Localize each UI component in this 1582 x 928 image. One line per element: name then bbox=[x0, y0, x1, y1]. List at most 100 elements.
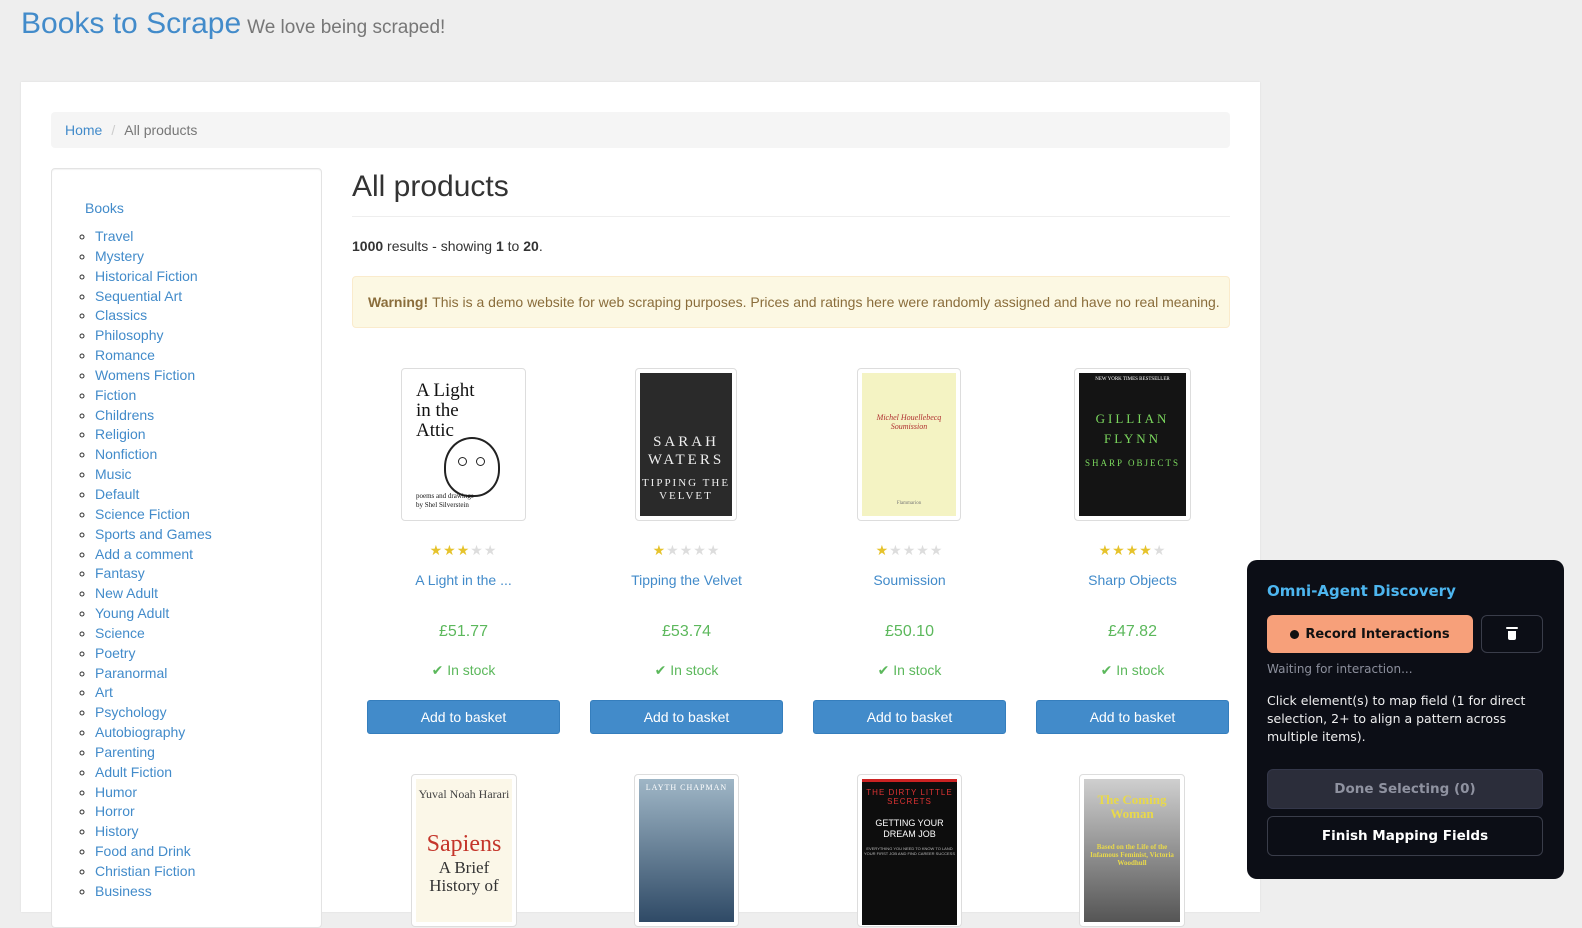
sidebar-category-link[interactable]: Business bbox=[95, 883, 152, 899]
product-title-link[interactable]: A Light in the ... bbox=[367, 572, 560, 588]
sidebar-category-link[interactable]: Childrens bbox=[95, 407, 154, 423]
panel-title: Omni-Agent Discovery bbox=[1267, 582, 1456, 600]
sidebar-category-link[interactable]: Music bbox=[95, 466, 132, 482]
sidebar-category-link[interactable]: Adult Fiction bbox=[95, 764, 172, 780]
sidebar-category-link[interactable]: Fiction bbox=[95, 387, 136, 403]
sidebar-category-item: Travel bbox=[95, 227, 212, 247]
sidebar-category-link[interactable]: Classics bbox=[95, 307, 147, 323]
cover-byline: poems and drawings by Shel Silverstein bbox=[416, 492, 474, 509]
sidebar-category-link[interactable]: Sports and Games bbox=[95, 526, 212, 542]
sidebar-category-item: Psychology bbox=[95, 703, 212, 723]
sidebar-category-link[interactable]: Travel bbox=[95, 228, 133, 244]
product-title-link[interactable]: Sharp Objects bbox=[1036, 572, 1229, 588]
breadcrumb: Home / All products bbox=[51, 112, 1230, 148]
cover-publisher: Flammarion bbox=[896, 501, 922, 506]
product-price: £53.74 bbox=[662, 623, 711, 640]
sidebar-category-link[interactable]: History bbox=[95, 823, 139, 839]
cover-title: Michel Houellebecq Soumission bbox=[876, 413, 942, 431]
sidebar-root-books[interactable]: Books bbox=[85, 200, 124, 216]
cover-subtitle: Based on the Life of the Infamous Femini… bbox=[1090, 843, 1174, 867]
sidebar-category-link[interactable]: Religion bbox=[95, 426, 146, 442]
sidebar-category-link[interactable]: New Adult bbox=[95, 585, 158, 601]
sidebar-category-link[interactable]: Romance bbox=[95, 347, 155, 363]
product-thumbnail[interactable]: LAYTH CHAPMAN bbox=[634, 774, 739, 927]
sidebar-category-link[interactable]: Paranormal bbox=[95, 665, 167, 681]
sidebar-category-item: New Adult bbox=[95, 584, 212, 604]
sidebar-category-item: Parenting bbox=[95, 743, 212, 763]
star-rating: ★★★★★ bbox=[813, 542, 1006, 559]
check-icon: ✔ bbox=[877, 662, 890, 678]
book-cover-image: Michel Houellebecq Soumission Flammarion bbox=[862, 373, 956, 516]
cover-illustration bbox=[444, 437, 500, 497]
product-thumbnail[interactable]: NEW YORK TIMES BESTSELLER GILLIAN FLYNN … bbox=[1074, 368, 1191, 521]
book-cover-image: NEW YORK TIMES BESTSELLER GILLIAN FLYNN … bbox=[1079, 373, 1186, 516]
cover-title: TIPPING THE VELVET bbox=[641, 477, 731, 502]
sidebar-category-item: History bbox=[95, 822, 212, 842]
sidebar-category-link[interactable]: Autobiography bbox=[95, 724, 185, 740]
stock-status: ✔ In stock bbox=[813, 662, 1006, 679]
product-title-link[interactable]: Tipping the Velvet bbox=[590, 572, 783, 588]
sidebar-category-link[interactable]: Parenting bbox=[95, 744, 155, 760]
star-rating: ★★★★★ bbox=[590, 542, 783, 559]
category-list: Travel Mystery Historical Fiction Sequentia… bbox=[52, 227, 212, 902]
sidebar-category-item: Poetry bbox=[95, 644, 212, 664]
breadcrumb-home[interactable]: Home bbox=[65, 122, 102, 138]
cover-title: The Coming Woman bbox=[1097, 792, 1167, 821]
product-thumbnail[interactable]: Yuval Noah Harari Sapiens A Brief Histor… bbox=[411, 774, 517, 927]
star-icon: ★ bbox=[1112, 542, 1126, 558]
done-selecting-button[interactable]: Done Selecting (0) bbox=[1267, 769, 1543, 809]
add-to-basket-button[interactable]: Add to basket bbox=[813, 700, 1006, 734]
sidebar-category-item: Default bbox=[95, 485, 212, 505]
sidebar-category-link[interactable]: Humor bbox=[95, 784, 137, 800]
cover-title: Sapiens bbox=[426, 831, 502, 857]
sidebar-category-link[interactable]: Mystery bbox=[95, 248, 144, 264]
sidebar-category-link[interactable]: Philosophy bbox=[95, 327, 164, 343]
clear-button[interactable] bbox=[1481, 615, 1543, 653]
sidebar-category-item: Science Fiction bbox=[95, 505, 212, 525]
cover-subtitle: EVERYTHING YOU NEED TO KNOW TO LAND YOUR… bbox=[863, 846, 956, 856]
cover-author: SARAH WATERS bbox=[647, 434, 725, 468]
sidebar-category-item: Adult Fiction bbox=[95, 763, 212, 783]
sidebar-category-item: Religion bbox=[95, 425, 212, 445]
product-thumbnail[interactable]: SARAH WATERS TIPPING THE VELVET bbox=[635, 368, 737, 521]
sidebar-category-link[interactable]: Default bbox=[95, 486, 139, 502]
sidebar-category-link[interactable]: Add a comment bbox=[95, 546, 193, 562]
sidebar-category-link[interactable]: Food and Drink bbox=[95, 843, 191, 859]
sidebar-category-link[interactable]: Science bbox=[95, 625, 145, 641]
record-interactions-button[interactable]: Record Interactions bbox=[1267, 615, 1473, 653]
book-cover-image: THE DIRTY LITTLE SECRETS GETTING YOUR DR… bbox=[862, 779, 957, 925]
stock-label: In stock bbox=[1116, 662, 1165, 678]
page-container: Home / All products Books Travel Mystery H… bbox=[21, 82, 1260, 928]
sidebar-category-link[interactable]: Art bbox=[95, 684, 113, 700]
add-to-basket-button[interactable]: Add to basket bbox=[1036, 700, 1229, 734]
add-to-basket-button[interactable]: Add to basket bbox=[367, 700, 560, 734]
star-icon: ★ bbox=[889, 542, 903, 558]
sidebar-category-link[interactable]: Young Adult bbox=[95, 605, 169, 621]
sidebar-category-link[interactable]: Poetry bbox=[95, 645, 135, 661]
sidebar-category-link[interactable]: Science Fiction bbox=[95, 506, 190, 522]
add-to-basket-button[interactable]: Add to basket bbox=[590, 700, 783, 734]
sidebar-category-link[interactable]: Historical Fiction bbox=[95, 268, 198, 284]
brand-link[interactable]: Books to Scrape bbox=[21, 0, 241, 48]
breadcrumb-current: All products bbox=[124, 122, 198, 138]
warning-label: Warning! bbox=[368, 294, 429, 310]
sidebar-category-link[interactable]: Nonfiction bbox=[95, 446, 157, 462]
sidebar-category-link[interactable]: Psychology bbox=[95, 704, 167, 720]
product-thumbnail[interactable]: The Coming Woman Based on the Life of th… bbox=[1079, 774, 1185, 927]
main-content: All products 1000 results - showing 1 to… bbox=[352, 168, 1230, 927]
sidebar-category-link[interactable]: Fantasy bbox=[95, 565, 145, 581]
product-thumbnail[interactable]: A Light in the Attic poems and drawings … bbox=[401, 368, 526, 521]
sidebar-category-link[interactable]: Womens Fiction bbox=[95, 367, 195, 383]
sidebar-category-link[interactable]: Christian Fiction bbox=[95, 863, 195, 879]
sidebar-category-link[interactable]: Sequential Art bbox=[95, 288, 182, 304]
product-title-link[interactable]: Soumission bbox=[813, 572, 1006, 588]
product-thumbnail[interactable]: THE DIRTY LITTLE SECRETS GETTING YOUR DR… bbox=[857, 774, 962, 927]
sidebar-category-item: Fantasy bbox=[95, 564, 212, 584]
sidebar-category-link[interactable]: Horror bbox=[95, 803, 135, 819]
product-thumbnail[interactable]: Michel Houellebecq Soumission Flammarion bbox=[857, 368, 961, 521]
sidebar-category-item: Art bbox=[95, 683, 212, 703]
stock-label: In stock bbox=[893, 662, 942, 678]
star-icon: ★ bbox=[1152, 542, 1167, 558]
cover-tagline: THE DIRTY LITTLE SECRETS bbox=[866, 788, 953, 806]
finish-mapping-button[interactable]: Finish Mapping Fields bbox=[1267, 816, 1543, 856]
